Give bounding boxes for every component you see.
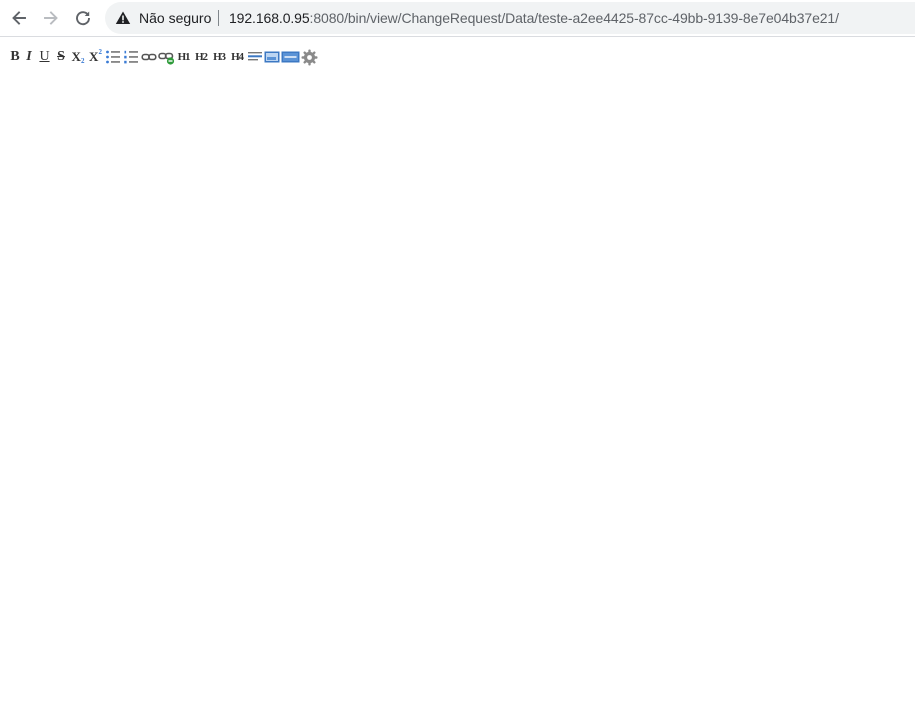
arrow-left-icon [12,11,26,25]
underline-button[interactable]: U [36,48,53,66]
subscript-button[interactable]: X2 [69,48,87,66]
wysiwyg-toolbar: B I U S X2 X2 H1 H2 H3 H4 [8,48,318,66]
html-button[interactable] [280,48,300,66]
url-host: 192.168.0.95 [229,10,310,26]
superscript-mark: 2 [98,48,102,56]
unlink-button[interactable] [157,48,175,66]
security-status-label[interactable]: Não seguro [139,2,211,34]
italic-button[interactable]: I [22,48,36,66]
bulleted-list-icon [106,50,120,64]
numbered-list-button[interactable] [122,48,140,66]
arrow-right-icon [44,11,58,25]
heading-2-button[interactable]: H2 [192,48,210,66]
heading-4-button[interactable]: H4 [228,48,246,66]
horizontal-rule-button[interactable] [246,48,263,66]
settings-button[interactable] [300,48,318,66]
numbered-list-icon [124,50,138,64]
browser-toolbar: Não seguro 192.168.0.95:8080/bin/view/Ch… [0,0,915,37]
heading-1-button[interactable]: H1 [175,48,192,66]
strikethrough-button[interactable]: S [53,48,69,66]
unlink-icon [157,52,174,65]
url-text[interactable]: 192.168.0.95:8080/bin/view/ChangeRequest… [229,2,839,34]
superscript-button[interactable]: X2 [87,48,104,66]
reload-button[interactable] [70,5,96,31]
gear-icon [301,49,317,65]
image-button[interactable] [263,48,280,66]
warning-icon[interactable] [115,10,131,26]
image-icon [264,51,279,63]
forward-button[interactable] [38,5,64,31]
subscript-base: X [71,49,81,64]
horizontal-rule-icon [247,52,262,61]
reload-icon [76,11,90,26]
html-icon [281,51,299,63]
link-button[interactable] [140,48,157,66]
url-path: :8080/bin/view/ChangeRequest/Data/teste-… [309,10,839,26]
link-icon [140,53,157,61]
heading-3-button[interactable]: H3 [210,48,228,66]
back-button[interactable] [6,5,32,31]
address-bar[interactable]: Não seguro 192.168.0.95:8080/bin/view/Ch… [105,2,915,34]
bulleted-list-button[interactable] [104,48,122,66]
subscript-mark: 2 [80,57,85,65]
superscript-base: X [89,49,99,64]
omnibox-divider [218,10,219,26]
bold-button[interactable]: B [8,48,22,66]
